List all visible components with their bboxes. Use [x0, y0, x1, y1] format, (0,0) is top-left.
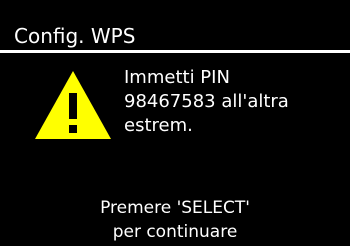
continue-prompt: Premere 'SELECT' per continuare: [0, 196, 350, 244]
warning-triangle-icon: [35, 71, 111, 139]
screen-title: Config. WPS: [14, 24, 136, 48]
pin-message: Immetti PIN 98467583 all'altra estrem.: [124, 66, 346, 138]
message-line: Immetti PIN: [124, 67, 230, 88]
title-divider: [0, 50, 350, 53]
prompt-line: Premere 'SELECT': [100, 198, 250, 218]
prompt-line: per continuare: [112, 222, 238, 242]
message-line: 98467583 all'altra: [124, 91, 289, 112]
message-line: estrem.: [124, 115, 193, 136]
wps-config-screen: Config. WPS Immetti PIN 98467583 all'alt…: [0, 0, 350, 246]
